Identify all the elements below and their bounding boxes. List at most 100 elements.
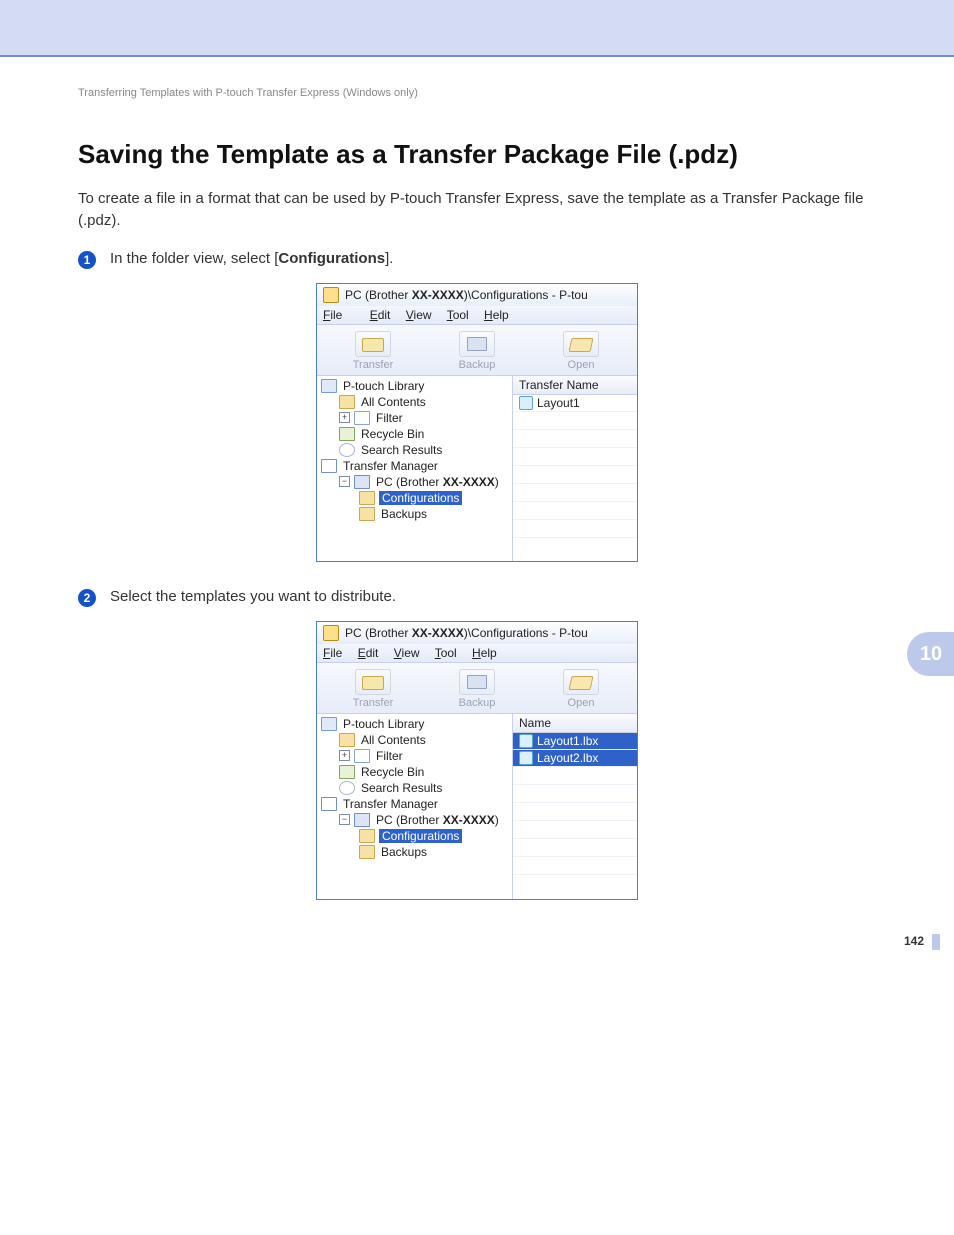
menu-file[interactable]: File <box>323 646 342 660</box>
menu-file[interactable]: File <box>323 308 354 322</box>
folder-icon <box>359 845 375 859</box>
menu-bar: File Edit View Tool Help <box>317 644 637 663</box>
folder-icon <box>359 507 375 521</box>
list-item[interactable]: Layout1 <box>513 395 637 412</box>
page-number-accent <box>932 934 940 950</box>
list-empty-row <box>513 857 637 875</box>
list-item[interactable]: Layout1.lbx <box>513 733 637 750</box>
menu-edit[interactable]: Edit <box>370 308 391 322</box>
collapse-icon[interactable]: − <box>339 814 350 825</box>
folder-icon <box>339 733 355 747</box>
folder-icon <box>339 395 355 409</box>
page-number: 142 <box>904 934 924 948</box>
open-icon <box>563 331 599 357</box>
file-icon <box>519 396 533 410</box>
tree-recycle-bin[interactable]: Recycle Bin <box>317 426 512 442</box>
list-item[interactable]: Layout2.lbx <box>513 750 637 767</box>
tree-filter[interactable]: +Filter <box>317 748 512 764</box>
filter-icon <box>354 749 370 763</box>
chapter-tab: 10 <box>907 632 954 676</box>
backup-icon <box>459 331 495 357</box>
list-empty-row <box>513 803 637 821</box>
list-empty-row <box>513 839 637 857</box>
step-1-text: In the folder view, select [Configuratio… <box>110 250 393 267</box>
step-bullet-2: 2 <box>78 589 96 607</box>
backup-icon <box>459 669 495 695</box>
expand-icon[interactable]: + <box>339 412 350 423</box>
file-list-header[interactable]: Name <box>513 714 637 733</box>
tree-search-results[interactable]: Search Results <box>317 780 512 796</box>
search-icon <box>339 781 355 795</box>
menu-bar: File Edit View Tool Help <box>317 306 637 325</box>
toolbar-backup-label: Backup <box>437 697 517 709</box>
list-item-label: Layout1.lbx <box>537 734 598 748</box>
folder-icon <box>359 491 375 505</box>
step-1-bold: Configurations <box>278 250 385 267</box>
menu-view[interactable]: View <box>406 308 432 322</box>
transfer-icon <box>355 331 391 357</box>
app-icon <box>323 625 339 641</box>
toolbar-backup[interactable]: Backup <box>437 331 517 371</box>
tree-configurations[interactable]: Configurations <box>317 828 512 844</box>
tree-all-contents[interactable]: All Contents <box>317 394 512 410</box>
toolbar-open-label: Open <box>541 697 621 709</box>
folder-icon <box>359 829 375 843</box>
toolbar-open[interactable]: Open <box>541 669 621 709</box>
list-empty-row <box>513 520 637 538</box>
section-title: Saving the Template as a Transfer Packag… <box>78 139 876 170</box>
manager-icon <box>321 797 337 811</box>
tree-all-contents[interactable]: All Contents <box>317 732 512 748</box>
window-title-bar: PC (Brother XX-XXXX)\Configurations - P-… <box>317 622 637 644</box>
window-title-bar: PC (Brother XX-XXXX)\Configurations - P-… <box>317 284 637 306</box>
file-icon <box>519 751 533 765</box>
menu-edit[interactable]: Edit <box>358 646 379 660</box>
tree-pc-node[interactable]: −PC (Brother XX-XXXX) <box>317 812 512 828</box>
tree-search-results[interactable]: Search Results <box>317 442 512 458</box>
tree-ptouch-library[interactable]: P-touch Library <box>317 378 512 394</box>
list-item-label: Layout2.lbx <box>537 751 598 765</box>
tree-backups[interactable]: Backups <box>317 844 512 860</box>
toolbar-open[interactable]: Open <box>541 331 621 371</box>
window-title-text: PC (Brother XX-XXXX)\Configurations - P-… <box>345 288 588 302</box>
menu-view[interactable]: View <box>394 646 420 660</box>
tree-backups[interactable]: Backups <box>317 506 512 522</box>
page-body: Transferring Templates with P-touch Tran… <box>0 57 954 956</box>
menu-tool[interactable]: Tool <box>435 646 457 660</box>
file-list-body: Layout1.lbx Layout2.lbx <box>513 733 637 899</box>
screenshot-1: PC (Brother XX-XXXX)\Configurations - P-… <box>316 283 638 562</box>
file-icon <box>519 734 533 748</box>
toolbar-backup[interactable]: Backup <box>437 669 517 709</box>
toolbar-transfer[interactable]: Transfer <box>333 331 413 371</box>
step-2: 2 Select the templates you want to distr… <box>78 588 876 607</box>
menu-help[interactable]: Help <box>484 308 509 322</box>
list-empty-row <box>513 821 637 839</box>
open-icon <box>563 669 599 695</box>
file-list-body: Layout1 <box>513 395 637 561</box>
collapse-icon[interactable]: − <box>339 476 350 487</box>
tree-transfer-manager[interactable]: Transfer Manager <box>317 796 512 812</box>
list-empty-row <box>513 466 637 484</box>
toolbar-transfer[interactable]: Transfer <box>333 669 413 709</box>
menu-help[interactable]: Help <box>472 646 497 660</box>
recycle-icon <box>339 427 355 441</box>
menu-tool[interactable]: Tool <box>447 308 469 322</box>
tree-configurations[interactable]: Configurations <box>317 490 512 506</box>
tree-pc-node[interactable]: −PC (Brother XX-XXXX) <box>317 474 512 490</box>
step-1-suffix: ]. <box>385 250 393 267</box>
expand-icon[interactable]: + <box>339 750 350 761</box>
step-1-prefix: In the folder view, select [ <box>110 250 278 267</box>
tree-ptouch-library[interactable]: P-touch Library <box>317 716 512 732</box>
toolbar-transfer-label: Transfer <box>333 359 413 371</box>
list-empty-row <box>513 502 637 520</box>
tree-transfer-manager[interactable]: Transfer Manager <box>317 458 512 474</box>
window-body: P-touch Library All Contents +Filter Rec… <box>317 376 637 561</box>
folder-tree: P-touch Library All Contents +Filter Rec… <box>317 376 513 561</box>
tree-recycle-bin[interactable]: Recycle Bin <box>317 764 512 780</box>
tree-filter[interactable]: +Filter <box>317 410 512 426</box>
toolbar-transfer-label: Transfer <box>333 697 413 709</box>
toolbar-open-label: Open <box>541 359 621 371</box>
recycle-icon <box>339 765 355 779</box>
step-bullet-1: 1 <box>78 251 96 269</box>
file-list-header[interactable]: Transfer Name <box>513 376 637 395</box>
library-icon <box>321 379 337 393</box>
